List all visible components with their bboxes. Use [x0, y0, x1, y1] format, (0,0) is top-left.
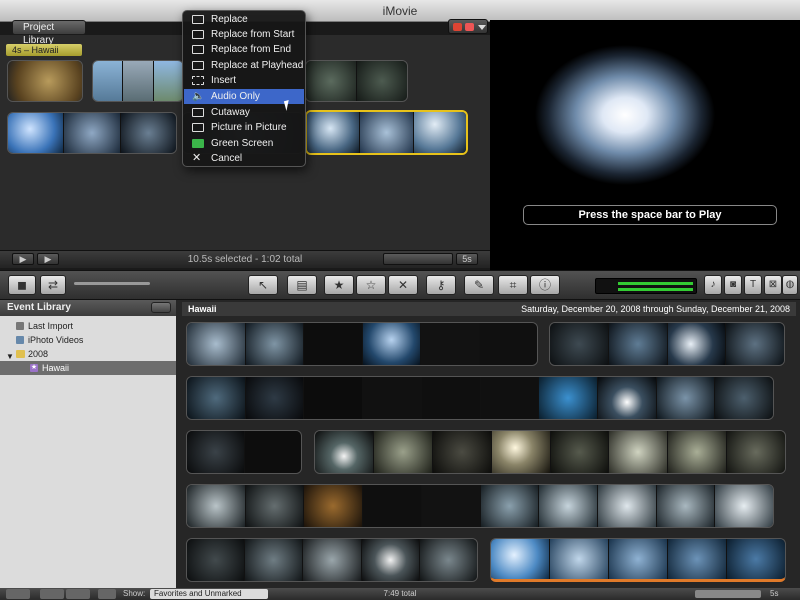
project-status-bar: ▶ ▶ 10.5s selected - 1:02 total 5s	[0, 250, 490, 268]
arrow-tool-button[interactable]: ↖	[248, 275, 278, 295]
clock-icon	[16, 322, 24, 330]
project-zoom-value: 5s	[456, 253, 478, 265]
project-clip[interactable]	[7, 112, 177, 154]
insert-icon	[192, 76, 204, 85]
camera-import-button[interactable]: ◼	[8, 275, 36, 295]
event-clip[interactable]	[186, 376, 774, 420]
flag-icon	[453, 23, 462, 31]
project-options-button[interactable]	[448, 19, 488, 34]
project-clip[interactable]	[305, 60, 408, 102]
event-clip[interactable]	[186, 484, 774, 528]
viewer-frame	[490, 20, 800, 270]
cutaway-icon	[192, 108, 204, 117]
music-icon[interactable]: ♪	[704, 275, 722, 295]
replace-start-icon	[192, 30, 204, 39]
main-toolbar: ◼ ⇄ ↖ ▤ ★ ☆ ✕ ⚷ ✎ ⌗ ⓘ ♪ ◙ T ⊠ ◍	[0, 270, 800, 300]
iphoto-icon	[16, 336, 24, 344]
title-bar: iMovie	[0, 0, 800, 22]
camera-icon[interactable]: ◙	[724, 275, 742, 295]
green-screen-icon	[192, 139, 204, 148]
event-date-range: Saturday, December 20, 2008 through Sund…	[521, 304, 790, 314]
crop-button[interactable]: ⌗	[498, 275, 528, 295]
window-title: iMovie	[382, 4, 418, 18]
menu-replace-from-end[interactable]: Replace from End	[184, 42, 304, 57]
swap-events-button[interactable]: ⇄	[40, 275, 66, 295]
event-clip[interactable]	[186, 430, 302, 474]
transitions-icon[interactable]: ⊠	[764, 275, 782, 295]
browser-zoom-slider[interactable]	[695, 590, 761, 598]
project-clip[interactable]	[7, 60, 83, 102]
project-library-button[interactable]: Project Library	[12, 20, 86, 46]
add-to-project-button[interactable]: ▤	[287, 275, 317, 295]
event-name: Hawaii	[188, 304, 217, 314]
info-button[interactable]: ⓘ	[530, 275, 560, 295]
event-last-import[interactable]: Last Import	[0, 319, 176, 333]
unmark-button[interactable]: ☆	[356, 275, 386, 295]
project-title-tag[interactable]: 4s – Hawaii	[6, 44, 82, 56]
pip-icon	[192, 123, 204, 132]
viewer[interactable]	[490, 20, 800, 270]
badge-icon	[465, 23, 474, 31]
event-iphoto-videos[interactable]: iPhoto Videos	[0, 333, 176, 347]
keyword-button[interactable]: ⚷	[426, 275, 456, 295]
close-icon: ✕	[192, 152, 202, 164]
event-hawaii[interactable]: ★ Hawaii	[0, 361, 176, 375]
menu-insert[interactable]: Insert	[184, 73, 304, 88]
event-clip[interactable]	[314, 430, 786, 474]
star-icon: ★	[30, 364, 38, 372]
replace-playhead-icon	[192, 61, 204, 70]
maps-icon[interactable]: ◍	[782, 275, 798, 295]
event-library-title: Event Library	[0, 300, 176, 316]
audio-level-meter	[595, 278, 697, 294]
event-clip[interactable]	[186, 538, 478, 582]
folder-icon	[16, 350, 25, 358]
play-hint: Press the space bar to Play	[523, 205, 777, 225]
menu-green-screen[interactable]: Green Screen	[184, 136, 304, 151]
thumbnail-size-slider[interactable]	[74, 282, 150, 285]
status-bar: Show: Favorites and Unmarked 7:49 total …	[0, 588, 800, 600]
replace-end-icon	[192, 45, 204, 54]
event-total: 7:49 total	[383, 589, 417, 598]
menu-replace-at-playhead[interactable]: Replace at Playhead	[184, 58, 304, 73]
drop-context-menu: Replace Replace from Start Replace from …	[182, 10, 306, 167]
reject-button[interactable]: ✕	[388, 275, 418, 295]
favorite-button[interactable]: ★	[324, 275, 354, 295]
project-clip[interactable]	[92, 60, 184, 102]
event-clip[interactable]	[186, 322, 538, 366]
voiceover-button[interactable]: ✎	[464, 275, 494, 295]
used-event-clip[interactable]	[490, 538, 786, 582]
event-clip[interactable]	[549, 322, 785, 366]
project-zoom-slider[interactable]	[383, 253, 453, 265]
menu-replace[interactable]: Replace	[184, 12, 304, 27]
speaker-icon: 🔈	[192, 91, 205, 102]
menu-replace-from-start[interactable]: Replace from Start	[184, 27, 304, 42]
titles-icon[interactable]: T	[744, 275, 762, 295]
selected-project-clip[interactable]	[305, 110, 468, 155]
menu-picture-in-picture[interactable]: Picture in Picture	[184, 120, 304, 135]
browser-zoom-value: 5s	[770, 589, 779, 598]
chevron-down-icon	[478, 25, 486, 30]
event-folder-2008[interactable]: ▼ 2008	[0, 347, 176, 361]
event-browser-header: Hawaii Saturday, December 20, 2008 throu…	[182, 302, 796, 316]
event-library-toggle[interactable]	[151, 302, 171, 313]
replace-icon	[192, 15, 204, 24]
menu-cancel[interactable]: ✕ Cancel	[184, 151, 304, 166]
